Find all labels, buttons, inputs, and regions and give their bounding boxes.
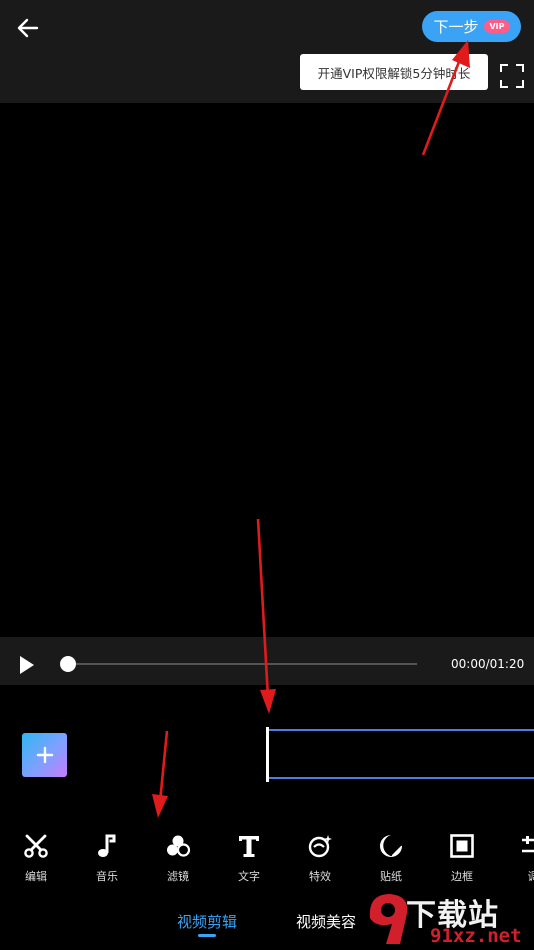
frame-icon — [450, 834, 474, 858]
tool-adjust[interactable]: 调 — [511, 833, 534, 883]
tool-label: 音乐 — [96, 870, 118, 883]
tool-label: 贴纸 — [380, 870, 402, 883]
fullscreen-icon — [500, 64, 524, 88]
tool-label: 文字 — [238, 870, 260, 883]
tool-music[interactable]: 音乐 — [85, 833, 129, 883]
tool-label: 编辑 — [25, 870, 47, 883]
tab-video-beauty[interactable]: 视频美容 — [296, 911, 356, 932]
tool-label: 调 — [527, 870, 534, 883]
back-button[interactable] — [14, 14, 42, 42]
time-readout: 00:00/01:20 — [451, 657, 525, 671]
progress-thumb[interactable] — [60, 656, 76, 672]
fullscreen-button[interactable] — [499, 63, 525, 89]
next-step-label: 下一步 — [433, 18, 479, 36]
music-note-icon — [98, 834, 116, 857]
logo-icon — [369, 894, 408, 944]
timeline-cursor[interactable] — [266, 727, 269, 782]
tool-label: 滤镜 — [167, 870, 189, 883]
tab-video-edit[interactable]: 视频剪辑 — [177, 911, 237, 932]
video-preview[interactable] — [0, 103, 534, 637]
watermark-url: 91xz.net — [430, 925, 522, 947]
tool-text[interactable]: 文字 — [227, 833, 271, 883]
scissors-icon — [24, 834, 48, 858]
tool-filter[interactable]: 滤镜 — [156, 833, 200, 883]
watermark-title: 下载站 — [406, 898, 499, 933]
vip-tooltip: 开通VIP权限解锁5分钟时长 — [300, 54, 488, 90]
tool-label: 边框 — [451, 870, 473, 883]
effects-icon — [308, 835, 332, 858]
sticker-icon — [380, 835, 403, 857]
tool-effects[interactable]: 特效 — [298, 833, 342, 883]
play-button[interactable] — [17, 654, 37, 676]
tool-sticker[interactable]: 贴纸 — [369, 833, 413, 883]
adjust-icon — [522, 836, 534, 853]
filter-icon — [167, 835, 191, 857]
annotation-arrow-edit — [152, 730, 169, 818]
next-step-button[interactable]: 下一步 VIP — [422, 11, 521, 42]
plus-icon — [36, 746, 53, 764]
tool-frame[interactable]: 边框 — [440, 833, 484, 883]
site-watermark: 下载站 91xz.net — [362, 888, 534, 950]
tool-edit[interactable]: 编辑 — [14, 833, 58, 883]
video-clip-track[interactable] — [266, 729, 534, 779]
add-clip-button[interactable] — [22, 733, 67, 777]
text-icon — [239, 836, 259, 857]
play-icon — [20, 656, 34, 674]
arrow-left-icon — [17, 18, 39, 38]
vip-badge: VIP — [484, 20, 510, 33]
progress-track[interactable] — [70, 663, 417, 665]
active-tab-indicator — [198, 934, 216, 937]
tool-label: 特效 — [309, 870, 331, 883]
